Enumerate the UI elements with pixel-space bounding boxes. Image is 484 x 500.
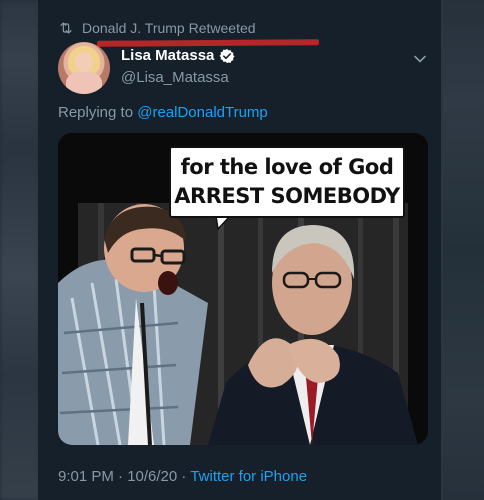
- footer-separator: ·: [177, 468, 191, 485]
- verified-badge-icon: [219, 48, 235, 63]
- author-handle[interactable]: @Lisa_Matassa: [121, 69, 229, 86]
- column-divider: [441, 0, 443, 500]
- avatar-face: [75, 52, 93, 72]
- tweet-media-image[interactable]: for the love of God ARREST SOMEBODY: [58, 133, 428, 445]
- avatar-body: [66, 72, 102, 94]
- replying-prefix: Replying to: [58, 104, 138, 121]
- mention-link[interactable]: @realDonaldTrump: [137, 104, 268, 121]
- meme-speech-bubble: for the love of God ARREST SOMEBODY: [169, 146, 405, 218]
- tweet-source-link[interactable]: Twitter for iPhone: [190, 468, 307, 485]
- retweet-icon: [60, 22, 72, 34]
- display-name[interactable]: Lisa Matassa: [121, 47, 214, 64]
- retweet-context[interactable]: Donald J. Trump Retweeted: [58, 16, 256, 40]
- tweet-timestamp-row: 9:01 PM · 10/6/20 · Twitter for iPhone: [58, 468, 307, 485]
- replying-to: Replying to @realDonaldTrump: [58, 104, 268, 121]
- retweet-text: Donald J. Trump Retweeted: [82, 20, 256, 36]
- avatar[interactable]: [58, 42, 110, 94]
- background-blur-right: [442, 0, 484, 500]
- author-name-row[interactable]: Lisa Matassa: [121, 47, 235, 64]
- background-blur-left: [0, 0, 40, 500]
- meme-caption-line2: ARREST SOMEBODY: [174, 184, 400, 208]
- meme-caption-line1: for the love of God: [180, 155, 394, 179]
- tweet-timestamp[interactable]: 9:01 PM · 10/6/20: [58, 468, 177, 485]
- chevron-down-icon[interactable]: [413, 52, 427, 66]
